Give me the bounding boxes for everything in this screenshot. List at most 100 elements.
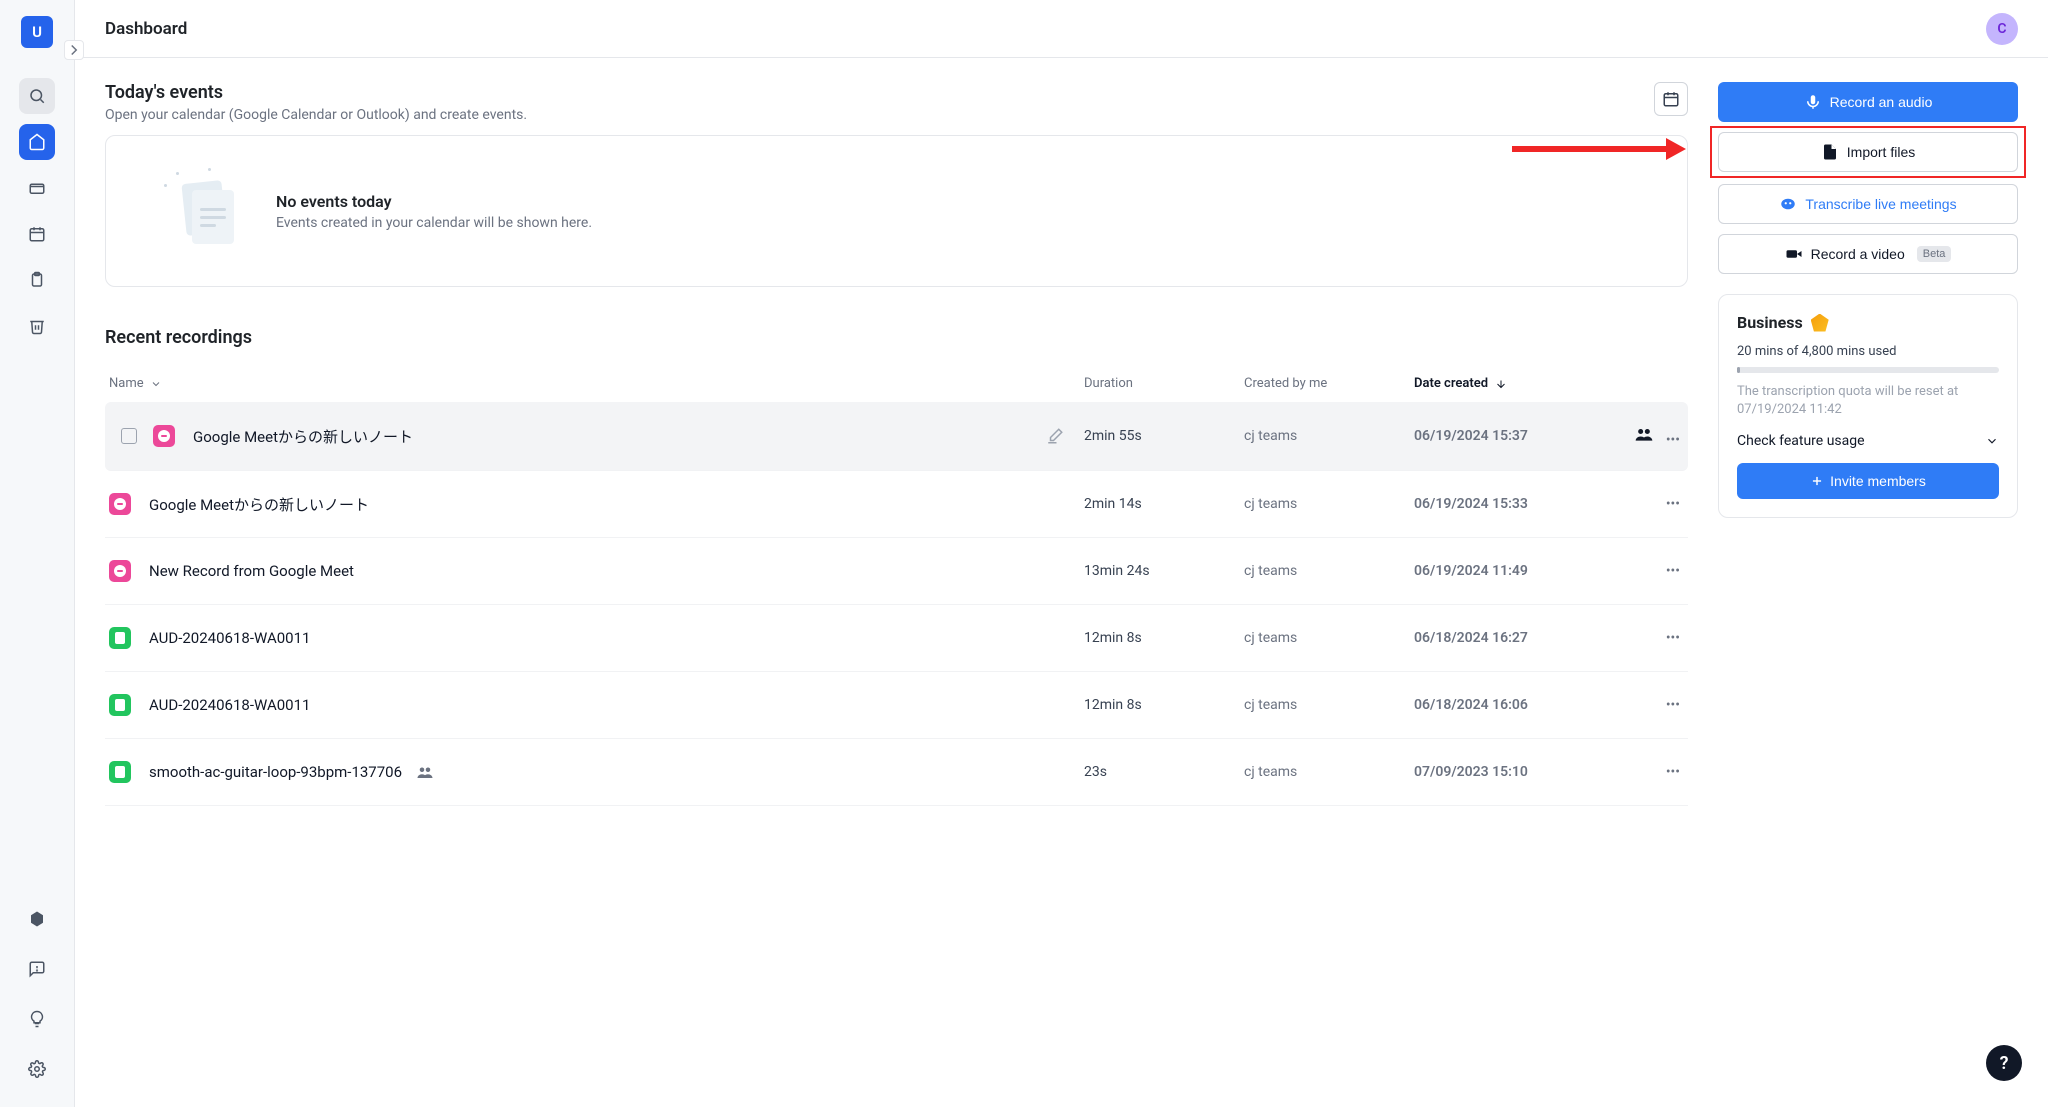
column-date[interactable]: Date created (1414, 376, 1614, 391)
table-row[interactable]: AUD-20240618-WA001112min 8scj teams06/18… (105, 672, 1688, 739)
recording-creator: cj teams (1244, 697, 1414, 713)
events-empty-state: No events today Events created in your c… (105, 135, 1688, 287)
calendar-icon (28, 225, 46, 243)
calendar-icon (1662, 90, 1680, 108)
import-highlight-annotation: Import files (1710, 126, 2026, 178)
open-calendar-button[interactable] (1654, 82, 1688, 116)
recording-creator: cj teams (1244, 563, 1414, 579)
recording-name: New Record from Google Meet (149, 562, 354, 580)
recording-duration: 12min 8s (1084, 697, 1244, 713)
recording-duration: 23s (1084, 764, 1244, 780)
column-name[interactable]: Name (109, 376, 1084, 391)
search-button[interactable] (19, 78, 55, 114)
business-card: Business 20 mins of 4,800 mins used The … (1718, 294, 2018, 518)
record-audio-button[interactable]: Record an audio (1718, 82, 2018, 122)
recording-name: Google Meetからの新しいノート (149, 494, 369, 515)
more-actions-button[interactable]: ••• (1662, 559, 1684, 583)
more-actions-button[interactable]: ••• (1662, 428, 1684, 452)
import-files-button[interactable]: Import files (1718, 132, 2018, 172)
shared-icon (416, 763, 434, 781)
meet-recording-icon (109, 560, 131, 582)
table-row[interactable]: AUD-20240618-WA001112min 8scj teams06/18… (105, 605, 1688, 672)
record-video-button[interactable]: Record a video Beta (1718, 234, 2018, 274)
business-badge-icon (1811, 314, 1829, 332)
arrow-down-icon (1495, 378, 1507, 390)
recording-name: smooth-ac-guitar-loop-93bpm-137706 (149, 763, 402, 781)
more-actions-button[interactable]: ••• (1662, 760, 1684, 784)
recording-creator: cj teams (1244, 630, 1414, 646)
recording-duration: 2min 55s (1084, 428, 1244, 444)
meet-recording-icon (109, 493, 131, 515)
invite-label: Invite members (1830, 473, 1926, 489)
more-actions-button[interactable]: ••• (1662, 626, 1684, 650)
trash-icon (28, 317, 46, 335)
recording-duration: 12min 8s (1084, 630, 1244, 646)
table-row[interactable]: New Record from Google Meet13min 24scj t… (105, 538, 1688, 605)
page-title: Dashboard (105, 19, 187, 39)
import-files-label: Import files (1847, 144, 1915, 160)
recording-date: 06/19/2024 15:37 (1414, 428, 1614, 444)
recording-duration: 2min 14s (1084, 496, 1244, 512)
video-icon (1785, 245, 1803, 263)
workspace-avatar[interactable]: U (21, 16, 53, 48)
sidebar: U (0, 0, 75, 1107)
calendar-button[interactable] (19, 216, 55, 252)
home-button[interactable] (19, 124, 55, 160)
settings-button[interactable] (19, 1051, 55, 1087)
events-empty-sub: Events created in your calendar will be … (276, 215, 592, 231)
chevron-right-icon (65, 41, 83, 59)
audio-file-icon (109, 761, 131, 783)
business-title: Business (1737, 313, 1803, 332)
more-actions-button[interactable]: ••• (1662, 492, 1684, 516)
plus-icon (1810, 474, 1824, 488)
column-duration[interactable]: Duration (1084, 376, 1244, 391)
edit-icon[interactable] (1046, 427, 1064, 445)
home-icon (28, 133, 46, 151)
events-empty-title: No events today (276, 192, 592, 211)
tips-button[interactable] (19, 1001, 55, 1037)
audio-file-icon (109, 694, 131, 716)
usage-progress (1737, 367, 1999, 373)
chevron-down-icon (1985, 434, 1999, 448)
more-actions-button[interactable]: ••• (1662, 693, 1684, 717)
apps-button[interactable] (19, 901, 55, 937)
recording-creator: cj teams (1244, 496, 1414, 512)
recording-creator: cj teams (1244, 764, 1414, 780)
shared-icon[interactable] (1634, 424, 1654, 444)
column-name-label: Name (109, 376, 144, 391)
hexagon-icon (28, 910, 46, 928)
recording-date: 07/09/2023 15:10 (1414, 764, 1614, 780)
row-checkbox[interactable] (121, 428, 137, 444)
table-row[interactable]: Google Meetからの新しいノート 2min 55scj teams06/1… (105, 402, 1688, 471)
file-import-icon (1821, 143, 1839, 161)
transcribe-meetings-button[interactable]: Transcribe live meetings (1718, 184, 2018, 224)
record-video-label: Record a video (1811, 246, 1905, 262)
recording-name: Google Meetからの新しいノート (193, 426, 413, 447)
invite-members-button[interactable]: Invite members (1737, 463, 1999, 499)
business-reset-notice: The transcription quota will be reset at… (1737, 383, 1999, 419)
sidebar-expand-button[interactable] (64, 40, 84, 60)
transcribe-label: Transcribe live meetings (1805, 196, 1956, 212)
table-row[interactable]: Google Meetからの新しいノート2min 14scj teams06/1… (105, 471, 1688, 538)
table-header: Name Duration Created by me Date created (105, 366, 1688, 402)
search-icon (28, 87, 46, 105)
mic-icon (1804, 93, 1822, 111)
recording-date: 06/19/2024 11:49 (1414, 563, 1614, 579)
feedback-button[interactable] (19, 951, 55, 987)
folders-button[interactable] (19, 170, 55, 206)
table-row[interactable]: smooth-ac-guitar-loop-93bpm-137706 23scj … (105, 739, 1688, 806)
column-creator[interactable]: Created by me (1244, 376, 1414, 391)
folder-icon (28, 179, 46, 197)
feature-usage-toggle[interactable]: Check feature usage (1737, 433, 1999, 449)
empty-illustration (146, 166, 246, 256)
recording-creator: cj teams (1244, 428, 1414, 444)
column-date-label: Date created (1414, 376, 1488, 391)
tasks-button[interactable] (19, 262, 55, 298)
topbar: Dashboard C (75, 0, 2048, 58)
recording-date: 06/18/2024 16:06 (1414, 697, 1614, 713)
trash-button[interactable] (19, 308, 55, 344)
user-avatar[interactable]: C (1986, 13, 2018, 45)
gear-icon (28, 1060, 46, 1078)
chat-icon (28, 960, 46, 978)
help-button[interactable]: ? (1986, 1045, 2022, 1081)
